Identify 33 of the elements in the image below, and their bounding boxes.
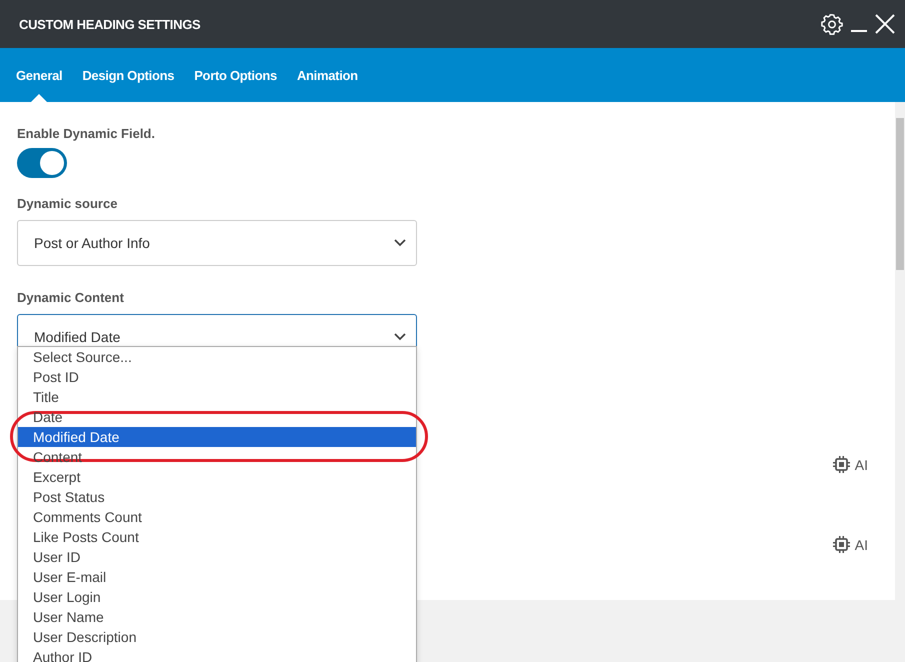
field-label: Dynamic Content (17, 290, 125, 306)
dropdown-option[interactable]: User Description (18, 627, 416, 647)
dropdown-option[interactable]: Comments Count (18, 507, 416, 527)
close-icon[interactable] (875, 14, 895, 34)
dropdown-option[interactable]: Like Posts Count (18, 527, 416, 547)
ai-button[interactable]: AI (832, 536, 868, 553)
field-label: Enable Dynamic Field. (17, 126, 156, 142)
dropdown-option[interactable]: User Name (18, 607, 416, 627)
chevron-down-icon (394, 333, 406, 341)
dropdown-option[interactable]: Title (18, 387, 416, 407)
dropdown-option[interactable]: Date (18, 407, 416, 427)
field-label: Dynamic source (17, 196, 118, 212)
dropdown-option[interactable]: Post ID (18, 367, 416, 387)
tab[interactable]: Porto Options (184, 48, 287, 102)
chip-icon (832, 456, 850, 473)
dropdown-option[interactable]: User ID (18, 547, 416, 567)
tab[interactable]: Design Options (72, 48, 184, 102)
tab[interactable]: Animation (286, 48, 368, 102)
ai-button[interactable]: AI (832, 456, 868, 473)
dropdown-option[interactable]: Excerpt (18, 467, 416, 487)
dropdown-option[interactable]: Modified Date (18, 427, 416, 447)
chevron-down-icon (394, 239, 406, 247)
window-title: CUSTOM HEADING SETTINGS (19, 16, 202, 32)
dropdown-option[interactable]: User E-mail (18, 567, 416, 587)
toggle-switch[interactable] (17, 148, 67, 178)
dropdown-option[interactable]: User Login (18, 587, 416, 607)
settings-icon[interactable] (821, 13, 843, 35)
tab[interactable]: General (6, 48, 72, 102)
scrollbar[interactable] (895, 102, 905, 600)
dropdown-option[interactable]: Author ID (18, 647, 416, 662)
chip-icon (832, 536, 850, 553)
dropdown-option[interactable]: Post Status (18, 487, 416, 507)
select-field[interactable]: Post or Author Info (17, 220, 417, 266)
